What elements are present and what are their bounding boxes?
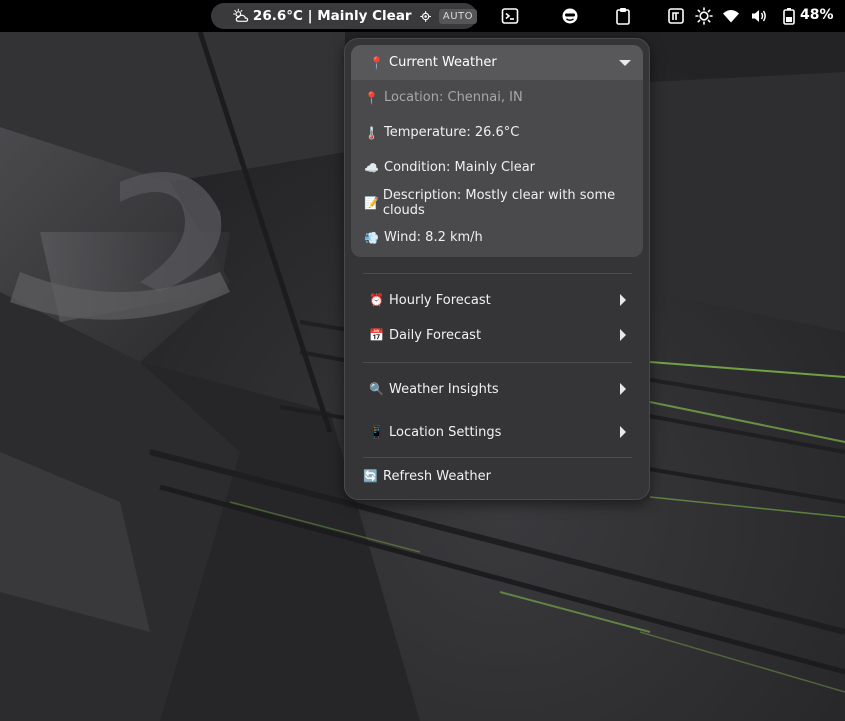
face-icon[interactable]: [561, 7, 579, 25]
phone-icon: 📱: [369, 425, 384, 439]
description-label: Description: Mostly clear with some clou…: [382, 187, 616, 218]
battery-percent: 48%: [800, 7, 834, 23]
location-item: 📍 Location: Chennai, IN: [351, 80, 643, 115]
condition-item[interactable]: ☁️ Condition: Mainly Clear: [351, 150, 643, 185]
auto-location-badge: AUTO: [438, 8, 477, 24]
menu-separator: [363, 273, 632, 274]
current-weather-toggle[interactable]: 📍 Current Weather: [351, 45, 643, 80]
cloud-icon: ☁️: [364, 160, 379, 175]
partly-cloudy-icon: [233, 8, 249, 22]
chevron-right-icon: [620, 383, 626, 395]
clipboard-icon[interactable]: [614, 7, 632, 25]
volume-icon[interactable]: [750, 7, 768, 25]
weather-menu: 📍 Current Weather 📍 Location: Chennai, I…: [344, 38, 650, 500]
pin-icon: 📍: [369, 55, 384, 70]
location-settings-label: Location Settings: [389, 424, 502, 440]
memo-icon: 📝: [364, 195, 379, 210]
alarm-clock-icon: ⏰: [369, 293, 384, 307]
menu-separator: [363, 457, 632, 458]
chevron-right-icon: [620, 329, 626, 341]
weather-indicator-button[interactable]: 26.6°C | Mainly Clear AUTO: [211, 3, 477, 29]
magnifier-icon: 🔍: [369, 382, 384, 396]
brightness-icon[interactable]: [695, 7, 713, 25]
current-weather-submenu: 📍 Current Weather 📍 Location: Chennai, I…: [351, 45, 643, 257]
pin-icon: 📍: [364, 90, 379, 105]
hourly-forecast-item[interactable]: ⏰ Hourly Forecast: [351, 283, 643, 317]
refresh-weather-button[interactable]: 🔄 Refresh Weather: [351, 459, 643, 493]
refresh-weather-label: Refresh Weather: [383, 468, 491, 484]
weather-summary: 26.6°C | Mainly Clear: [252, 8, 412, 24]
locate-icon: [419, 10, 431, 22]
wifi-icon[interactable]: [722, 7, 740, 25]
keyboard-icon[interactable]: [667, 7, 685, 25]
battery-icon[interactable]: [780, 7, 798, 25]
chevron-down-icon: [619, 60, 631, 66]
wind-item[interactable]: 💨 Wind: 8.2 km/h: [351, 220, 643, 255]
top-bar: 26.6°C | Mainly Clear AUTO 48%: [0, 0, 845, 32]
thermometer-icon: 🌡️: [364, 125, 379, 140]
wind-label: Wind: 8.2 km/h: [384, 230, 483, 245]
condition-label: Condition: Mainly Clear: [384, 160, 536, 175]
location-label: Location: Chennai, IN: [384, 90, 523, 105]
calendar-icon: 📅: [369, 328, 384, 342]
chevron-right-icon: [620, 426, 626, 438]
menu-separator: [363, 362, 632, 363]
temperature-label: Temperature: 26.6°C: [384, 125, 520, 140]
daily-forecast-label: Daily Forecast: [389, 327, 482, 343]
refresh-icon: 🔄: [363, 469, 378, 483]
daily-forecast-item[interactable]: 📅 Daily Forecast: [351, 318, 643, 352]
weather-insights-item[interactable]: 🔍 Weather Insights: [351, 372, 643, 406]
location-settings-item[interactable]: 📱 Location Settings: [351, 415, 643, 449]
terminal-icon[interactable]: [501, 7, 519, 25]
wind-icon: 💨: [364, 230, 379, 245]
chevron-right-icon: [620, 294, 626, 306]
temperature-item[interactable]: 🌡️ Temperature: 26.6°C: [351, 115, 643, 150]
hourly-forecast-label: Hourly Forecast: [389, 292, 491, 308]
description-item[interactable]: 📝 Description: Mostly clear with some cl…: [351, 185, 643, 220]
current-weather-label: Current Weather: [389, 55, 497, 70]
weather-insights-label: Weather Insights: [389, 381, 499, 397]
